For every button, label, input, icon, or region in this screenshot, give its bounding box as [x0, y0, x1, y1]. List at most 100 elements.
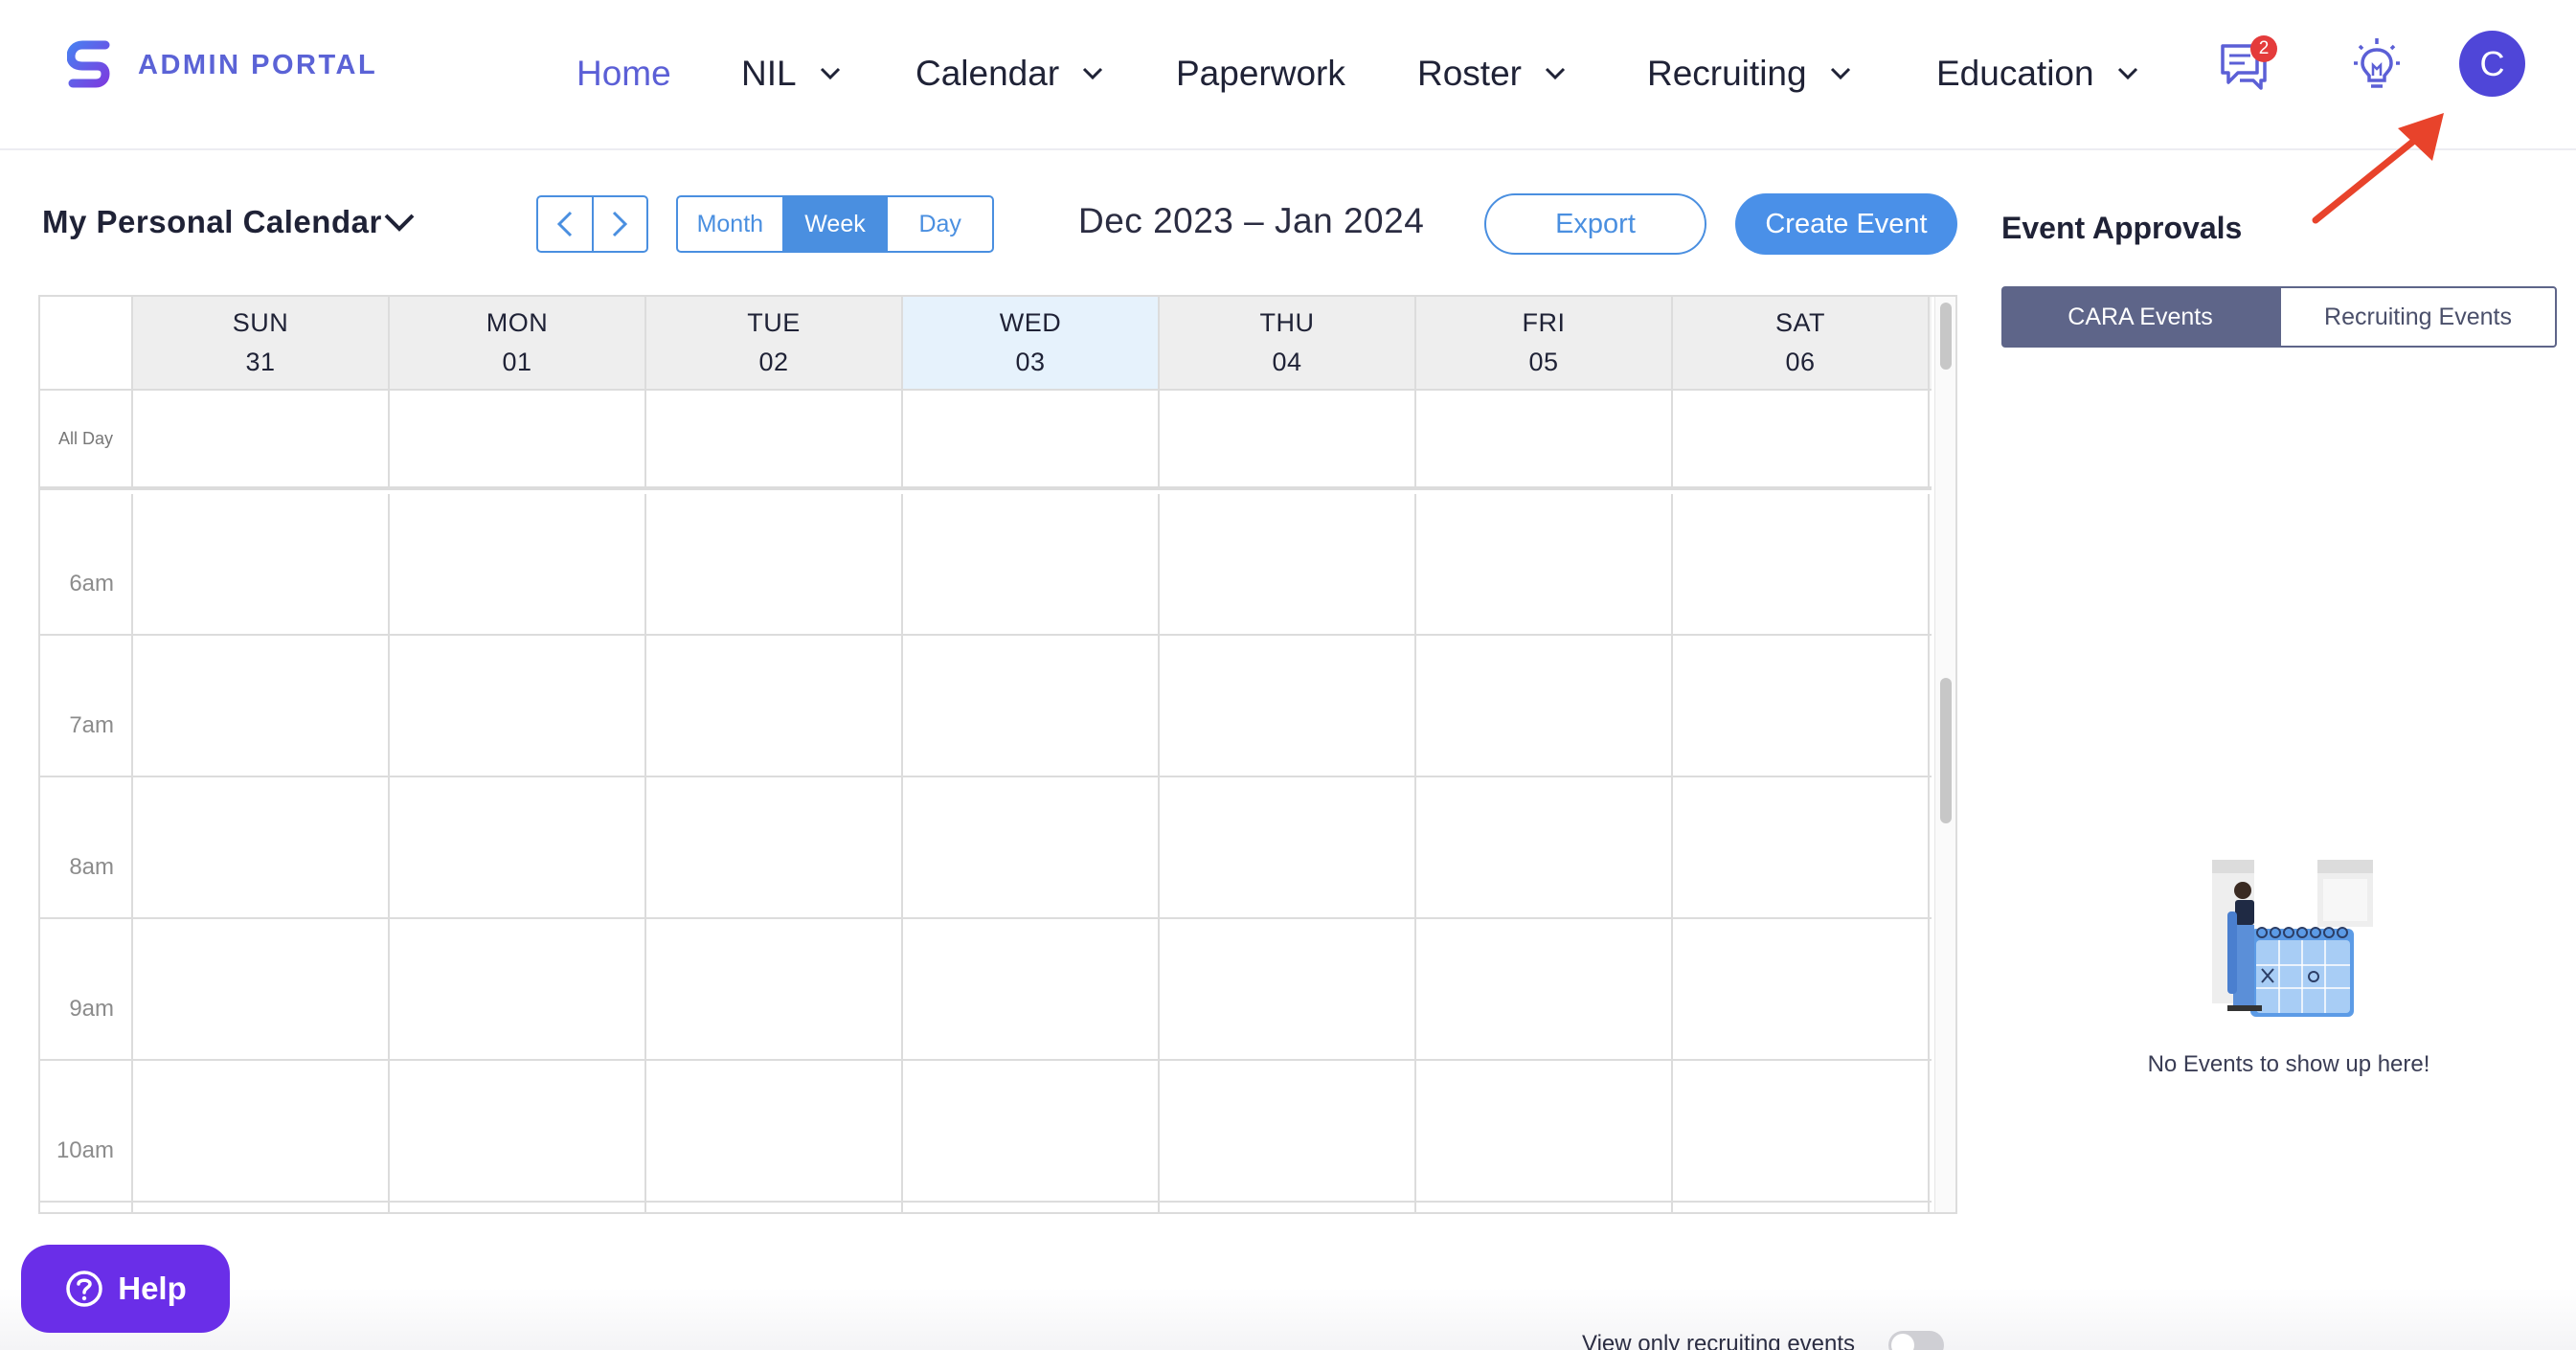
time-slot[interactable] [1160, 636, 1416, 776]
all-day-cell[interactable] [1673, 391, 1930, 486]
day-header-thu[interactable]: THU 04 [1160, 297, 1416, 389]
time-slot[interactable] [390, 1061, 646, 1201]
header-gutter [40, 297, 133, 389]
day-header-mon[interactable]: MON 01 [390, 297, 646, 389]
chevron-down-icon [1545, 67, 1566, 80]
day-header-wed[interactable]: WED 03 [903, 297, 1160, 389]
time-slot[interactable] [903, 1061, 1160, 1201]
nav-nil-label: NIL [741, 54, 797, 93]
time-slot[interactable] [903, 494, 1160, 634]
all-day-cell[interactable] [1416, 391, 1673, 486]
time-slot[interactable] [1160, 777, 1416, 917]
grid-scroll-thumb[interactable] [1940, 678, 1952, 823]
hour-label: 9am [69, 996, 114, 1022]
brand[interactable]: ADMIN PORTAL [67, 38, 377, 92]
day-header-sun[interactable]: SUN 31 [133, 297, 390, 389]
day-header-tue[interactable]: TUE 02 [646, 297, 903, 389]
view-day-button[interactable]: Day [886, 197, 992, 251]
time-slot[interactable] [1673, 1061, 1930, 1201]
all-day-cell[interactable] [903, 391, 1160, 486]
time-slot[interactable] [646, 777, 903, 917]
time-slot[interactable] [1160, 919, 1416, 1059]
view-week-button[interactable]: Week [781, 197, 887, 251]
time-slot[interactable] [133, 1203, 390, 1212]
day-date: 05 [1528, 348, 1559, 376]
event-approvals-title: Event Approvals [2001, 211, 2243, 245]
nav-nil[interactable]: NIL [741, 50, 841, 98]
time-slot[interactable] [133, 494, 390, 634]
time-slot[interactable] [133, 919, 390, 1059]
time-slot[interactable] [646, 1203, 903, 1212]
hour-row-partial [40, 1203, 1932, 1212]
avatar[interactable]: C [2459, 31, 2525, 97]
export-button[interactable]: Export [1484, 193, 1706, 255]
time-slot[interactable] [133, 636, 390, 776]
tab-cara-events[interactable]: CARA Events [2001, 286, 2279, 348]
tab-recruiting-events[interactable]: Recruiting Events [2279, 286, 2557, 348]
week-calendar: SUN 31 MON 01 TUE 02 WED 03 THU 04 FRI 0… [38, 295, 1957, 1214]
time-slot[interactable] [1673, 777, 1930, 917]
all-day-cell[interactable] [390, 391, 646, 486]
nav-home[interactable]: Home [576, 50, 671, 98]
all-day-cell[interactable] [646, 391, 903, 486]
day-date: 31 [245, 348, 276, 376]
time-slot[interactable] [903, 777, 1160, 917]
time-slot[interactable] [1673, 1203, 1930, 1212]
time-slot[interactable] [646, 1061, 903, 1201]
time-slot[interactable] [1416, 494, 1673, 634]
time-slot[interactable] [1416, 919, 1673, 1059]
all-day-cell[interactable] [133, 391, 390, 486]
nav-paperwork[interactable]: Paperwork [1176, 50, 1345, 98]
hour-gutter: 10am [40, 1061, 133, 1201]
time-slot[interactable] [1416, 777, 1673, 917]
day-header-sat[interactable]: SAT 06 [1673, 297, 1930, 389]
time-slot[interactable] [390, 777, 646, 917]
next-week-button[interactable] [591, 197, 647, 251]
view-month-button[interactable]: Month [678, 197, 782, 251]
time-slot[interactable] [1160, 1061, 1416, 1201]
recruiting-only-toggle[interactable] [1888, 1331, 1944, 1350]
day-header-fri[interactable]: FRI 05 [1416, 297, 1673, 389]
time-slot[interactable] [390, 1203, 646, 1212]
day-name: MON [486, 308, 549, 337]
time-slot[interactable] [1416, 636, 1673, 776]
time-slot[interactable] [1673, 494, 1930, 634]
time-slot[interactable] [646, 494, 903, 634]
nav-roster[interactable]: Roster [1417, 50, 1566, 98]
time-slot[interactable] [133, 1061, 390, 1201]
nav-education[interactable]: Education [1936, 50, 2138, 98]
date-navigation [536, 195, 648, 253]
header-scroll-thumb[interactable] [1940, 303, 1952, 370]
chevron-left-icon [556, 211, 572, 237]
nav-recruiting[interactable]: Recruiting [1647, 50, 1851, 98]
create-event-button[interactable]: Create Event [1735, 193, 1957, 255]
time-slot[interactable] [390, 494, 646, 634]
time-slot[interactable] [903, 636, 1160, 776]
time-slot[interactable] [390, 636, 646, 776]
hour-label: 6am [69, 571, 114, 596]
annotation-arrow-icon [2312, 113, 2444, 224]
time-slot[interactable] [903, 919, 1160, 1059]
nav-recruiting-label: Recruiting [1647, 54, 1807, 93]
calendar-selector[interactable]: My Personal Calendar [42, 201, 415, 243]
calendar-header-row: SUN 31 MON 01 TUE 02 WED 03 THU 04 FRI 0… [40, 297, 1932, 389]
time-slot[interactable] [646, 919, 903, 1059]
time-slot[interactable] [903, 1203, 1160, 1212]
time-slot[interactable] [1160, 1203, 1416, 1212]
all-day-cell[interactable] [1160, 391, 1416, 486]
time-slot[interactable] [1673, 919, 1930, 1059]
help-button[interactable]: Help [21, 1245, 230, 1333]
time-slot[interactable] [1160, 494, 1416, 634]
time-slot[interactable] [1416, 1203, 1673, 1212]
time-slot[interactable] [133, 777, 390, 917]
prev-week-button[interactable] [538, 197, 592, 251]
calendar-scrollbar[interactable] [1934, 297, 1955, 1212]
tips-button[interactable] [2348, 34, 2406, 96]
time-slot[interactable] [1416, 1061, 1673, 1201]
hour-gutter: 9am [40, 919, 133, 1059]
view-switcher: Month Week Day [676, 195, 994, 253]
time-slot[interactable] [646, 636, 903, 776]
time-slot[interactable] [390, 919, 646, 1059]
nav-calendar[interactable]: Calendar [915, 50, 1103, 98]
time-slot[interactable] [1673, 636, 1930, 776]
